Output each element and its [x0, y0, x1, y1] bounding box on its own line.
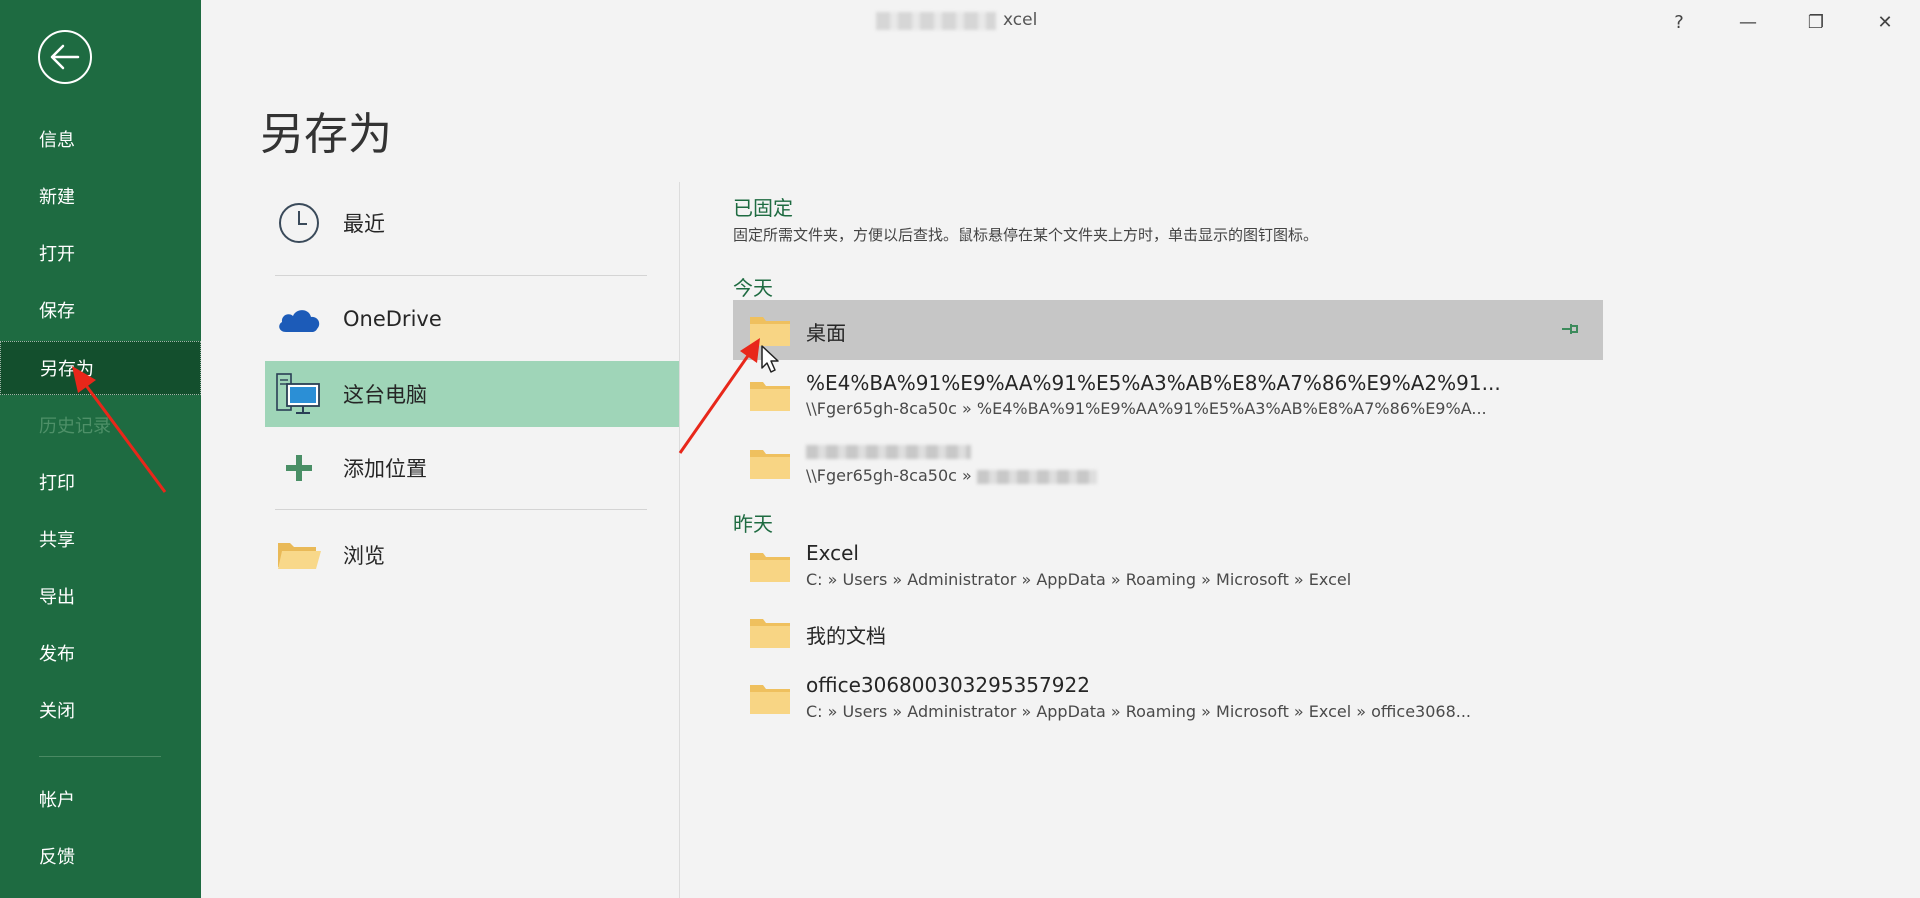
annotation-arrow-save-as — [72, 366, 167, 493]
annotation-arrows — [72, 338, 760, 493]
annotation-arrow-desktop — [678, 338, 760, 454]
